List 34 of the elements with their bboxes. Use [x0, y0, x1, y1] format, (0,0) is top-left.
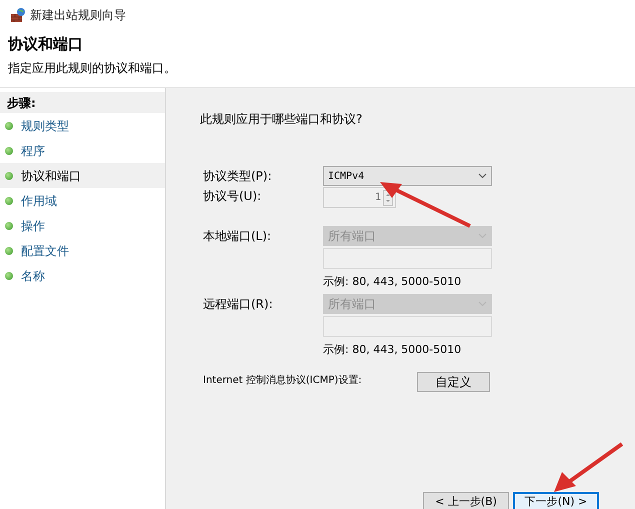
wizard-button[interactable]: < 上一步(B)	[423, 492, 509, 509]
step-item[interactable]: 规则类型	[0, 113, 165, 138]
annotation-arrow	[552, 442, 624, 494]
step-item[interactable]: 协议和端口	[0, 163, 165, 188]
steps-heading: 步骤:	[0, 92, 165, 113]
icmp-settings-label: Internet 控制消息协议(ICMP)设置:	[203, 375, 363, 386]
step-item[interactable]: 名称	[0, 263, 165, 288]
customize-button[interactable]: 自定义	[417, 372, 490, 392]
page-title: 协议和端口	[8, 34, 84, 55]
field-label: 协议类型(P):	[203, 168, 273, 185]
step-item[interactable]: 作用域	[0, 188, 165, 213]
bullet-icon	[5, 122, 13, 130]
bullet-icon	[5, 172, 13, 180]
bullet-icon	[5, 196, 13, 204]
bullet-icon	[5, 222, 13, 230]
field-label: 协议号(U):	[203, 188, 262, 205]
bullet-icon	[5, 146, 13, 154]
step-item[interactable]: 操作	[0, 213, 165, 238]
field-label: 本地端口(L):	[203, 228, 272, 245]
port-input-field[interactable]	[323, 316, 492, 336]
example-text: 示例: 80, 443, 5000-5010	[323, 274, 462, 290]
bullet-icon	[5, 246, 13, 254]
step-item[interactable]: 配置文件	[0, 238, 165, 263]
page-subtitle: 指定应用此规则的协议和端口。	[8, 60, 177, 76]
field-label: 远程端口(R):	[203, 296, 274, 312]
chevron-down-icon	[478, 173, 487, 179]
bullet-icon	[5, 272, 13, 280]
wizard-button[interactable]: 下一步(N) >	[513, 492, 599, 509]
dropdown[interactable]: ICMPv4	[323, 166, 492, 186]
window-title: 新建出站规则向导	[30, 7, 126, 24]
question-text: 此规则应用于哪些端口和协议?	[200, 111, 364, 128]
step-item[interactable]: 程序	[0, 138, 165, 163]
example-text: 示例: 80, 443, 5000-5010	[323, 342, 462, 358]
firewall-icon	[10, 7, 26, 23]
